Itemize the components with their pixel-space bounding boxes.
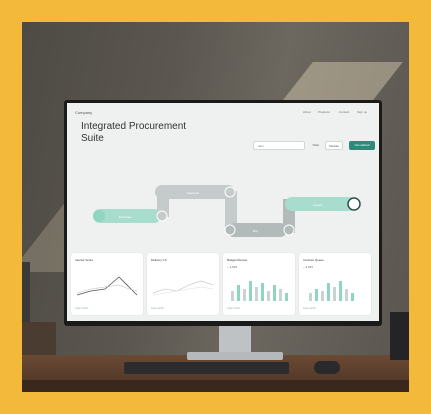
keyboard [124,362,289,374]
flow-label-approval: Approval [187,191,199,195]
monitor-stand [219,326,251,354]
card-value: ~ 4,827 [303,265,314,269]
card-footer: Last month [227,307,240,310]
card-title: Budget Review [227,258,248,262]
bar [243,289,246,301]
yellow-frame: Company About Products Contact Sign up I… [0,0,431,414]
card-invoices-queue[interactable]: Invoices Queue ~ 4,827 Last month [299,253,371,315]
card-footer: Last month [75,307,88,310]
bar [309,293,312,301]
nav-about[interactable]: About [303,110,311,114]
bar [321,291,324,301]
bar [339,281,342,301]
bar [327,283,330,301]
bar [333,287,336,301]
card-title: Delivery Ch. [151,258,168,262]
card-delivery[interactable]: Delivery Ch. Last month [147,253,219,315]
chart-line [152,280,214,294]
flow-node-active [347,197,361,211]
bar [249,281,252,301]
line-chart [152,280,214,296]
bar [261,283,264,301]
get-started-button[interactable]: Get started [349,141,375,150]
bar [315,289,318,301]
card-title: Vendor Score [75,258,94,262]
bar [345,289,348,301]
nav-signup[interactable]: Sign up [357,110,367,114]
bar [237,285,240,301]
monitor-screen: Company About Products Contact Sign up I… [67,103,379,321]
bar-chart [309,281,354,301]
flow-node [224,224,236,236]
nav-contact[interactable]: Contact [339,110,349,114]
bar [273,285,276,301]
chart-line [76,276,138,296]
card-value: ~ 4,823 [227,265,238,269]
module-button[interactable]: Module [325,141,343,150]
card-vendor-score[interactable]: Vendor Score Last month [71,253,143,315]
flow-node [156,210,168,222]
flow-label-invoice: Invoice [313,203,323,207]
card-title: Invoices Queue [303,258,324,262]
bar [351,293,354,301]
photo: Company About Products Contact Sign up I… [22,22,409,392]
bar [267,291,270,301]
filter-button[interactable]: Filter [309,141,323,150]
flow-label-buy: Buy [253,229,259,233]
desk-edge [22,380,409,392]
flow-node [283,224,295,236]
pen-cup [390,312,409,360]
flow-label-purchase: Purchase [119,215,132,219]
bar-chart [231,281,288,301]
card-budget-review[interactable]: Budget Review ~ 4,823 Last month [223,253,295,315]
nav-products[interactable]: Products [318,110,330,114]
card-footer: Last month [151,307,164,310]
bar [285,293,288,301]
item-select[interactable]: Item [253,141,305,150]
bar [279,289,282,301]
page-title: Integrated Procurement Suite [81,121,187,144]
flow-node [224,186,236,198]
card-footer: Last month [303,307,316,310]
monitor: Company About Products Contact Sign up I… [64,100,382,326]
bar [231,291,234,301]
process-flow: Purchase Approval Buy Invoice [93,185,361,237]
flow-node [93,210,105,222]
bar [255,287,258,301]
mouse [314,361,340,374]
brand-name[interactable]: Company [75,110,92,115]
line-chart [76,276,138,296]
monitor-stand-base [187,352,283,360]
